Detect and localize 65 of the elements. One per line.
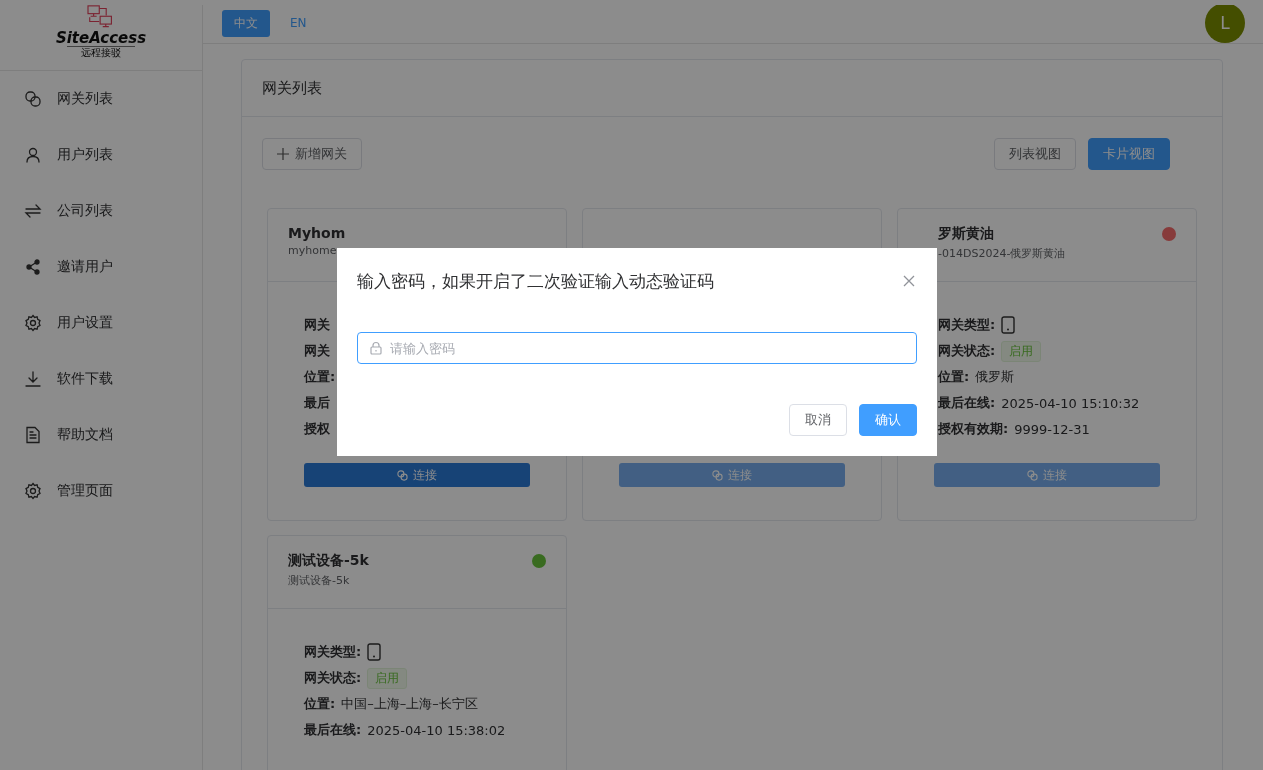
confirm-button[interactable]: 确认: [859, 404, 917, 436]
link-icon: [397, 469, 408, 481]
phone-icon: [1001, 316, 1016, 334]
field-label: 最后在线:: [938, 394, 996, 412]
field-value: 9999-12-31: [1014, 421, 1090, 437]
add-gateway-button[interactable]: 新增网关: [262, 138, 362, 170]
sidebar-item[interactable]: 网关列表: [0, 71, 202, 127]
field-value: 俄罗斯: [975, 368, 1015, 386]
sidebar-item[interactable]: 帮助文档: [0, 407, 202, 463]
card-subtitle: -014DS2024-俄罗斯黄油: [938, 246, 1066, 261]
field-label: 网关类型:: [938, 316, 996, 334]
field-value: 中国–上海–上海–长宁区: [341, 695, 478, 713]
field-value: 2025-04-10 15:38:02: [367, 722, 506, 738]
card-title: 罗斯黄油: [938, 225, 995, 243]
swap-arrows-icon: [24, 202, 42, 220]
language-tab[interactable]: EN: [278, 9, 319, 37]
plus-icon: [277, 148, 289, 160]
view-toggle-button[interactable]: 卡片视图: [1088, 138, 1170, 170]
sidebar-item[interactable]: 公司列表: [0, 183, 202, 239]
field-label: 最后在线:: [304, 721, 362, 739]
cancel-button[interactable]: 取消: [789, 404, 847, 436]
share-icon: [24, 258, 42, 276]
link-icon: [712, 469, 723, 481]
logo-tagline: 远程接驳: [67, 46, 135, 58]
status-tag: 启用: [1001, 340, 1042, 362]
card-subtitle: myhome: [288, 244, 338, 257]
sidebar-item[interactable]: 用户设置: [0, 295, 202, 351]
phone-icon: [367, 643, 382, 661]
field-label: 网关状态:: [304, 669, 362, 687]
field-label: 网关: [304, 342, 330, 360]
avatar[interactable]: L: [1205, 5, 1245, 43]
field-value: 2025-04-10 15:10:32: [1001, 395, 1140, 411]
field-label: 网关: [304, 316, 330, 334]
sidebar-item[interactable]: 邀请用户: [0, 239, 202, 295]
link-icon: [1027, 469, 1038, 481]
field-label: 授权有效期:: [938, 420, 1009, 438]
logo-name: SiteAccess: [55, 31, 147, 46]
document-icon: [24, 426, 42, 444]
card-title: 测试设备-5k: [288, 552, 369, 570]
user-icon: [24, 146, 42, 164]
field-label: 最后: [304, 394, 330, 412]
sidebar-item[interactable]: 用户列表: [0, 127, 202, 183]
language-tab[interactable]: 中文: [222, 9, 270, 37]
status-tag: 启用: [367, 667, 408, 689]
panel-title: 网关列表: [262, 78, 322, 98]
link-icon: [24, 90, 42, 108]
lock-icon: [369, 341, 383, 355]
sidebar-item[interactable]: 软件下载: [0, 351, 202, 407]
sidebar-item[interactable]: 管理页面: [0, 463, 202, 519]
connect-button[interactable]: 连接: [304, 463, 530, 487]
field-label: 网关类型:: [304, 643, 362, 661]
settings-icon: [24, 482, 42, 500]
field-label: 位置:: [304, 695, 336, 713]
download-icon: [24, 370, 42, 388]
field-label: 授权: [304, 420, 330, 438]
card-title: Myhom: [288, 225, 346, 241]
view-toggle-button[interactable]: 列表视图: [994, 138, 1076, 170]
field-label: 网关状态:: [938, 342, 996, 360]
field-label: 位置:: [304, 368, 336, 386]
close-icon[interactable]: [902, 274, 916, 288]
card-subtitle: 测试设备-5k: [288, 573, 351, 588]
dialog-title: 输入密码，如果开启了二次验证输入动态验证码: [357, 269, 714, 293]
settings-icon: [24, 314, 42, 332]
password-field[interactable]: 请输入密码: [357, 332, 917, 364]
field-label: 位置:: [938, 368, 970, 386]
